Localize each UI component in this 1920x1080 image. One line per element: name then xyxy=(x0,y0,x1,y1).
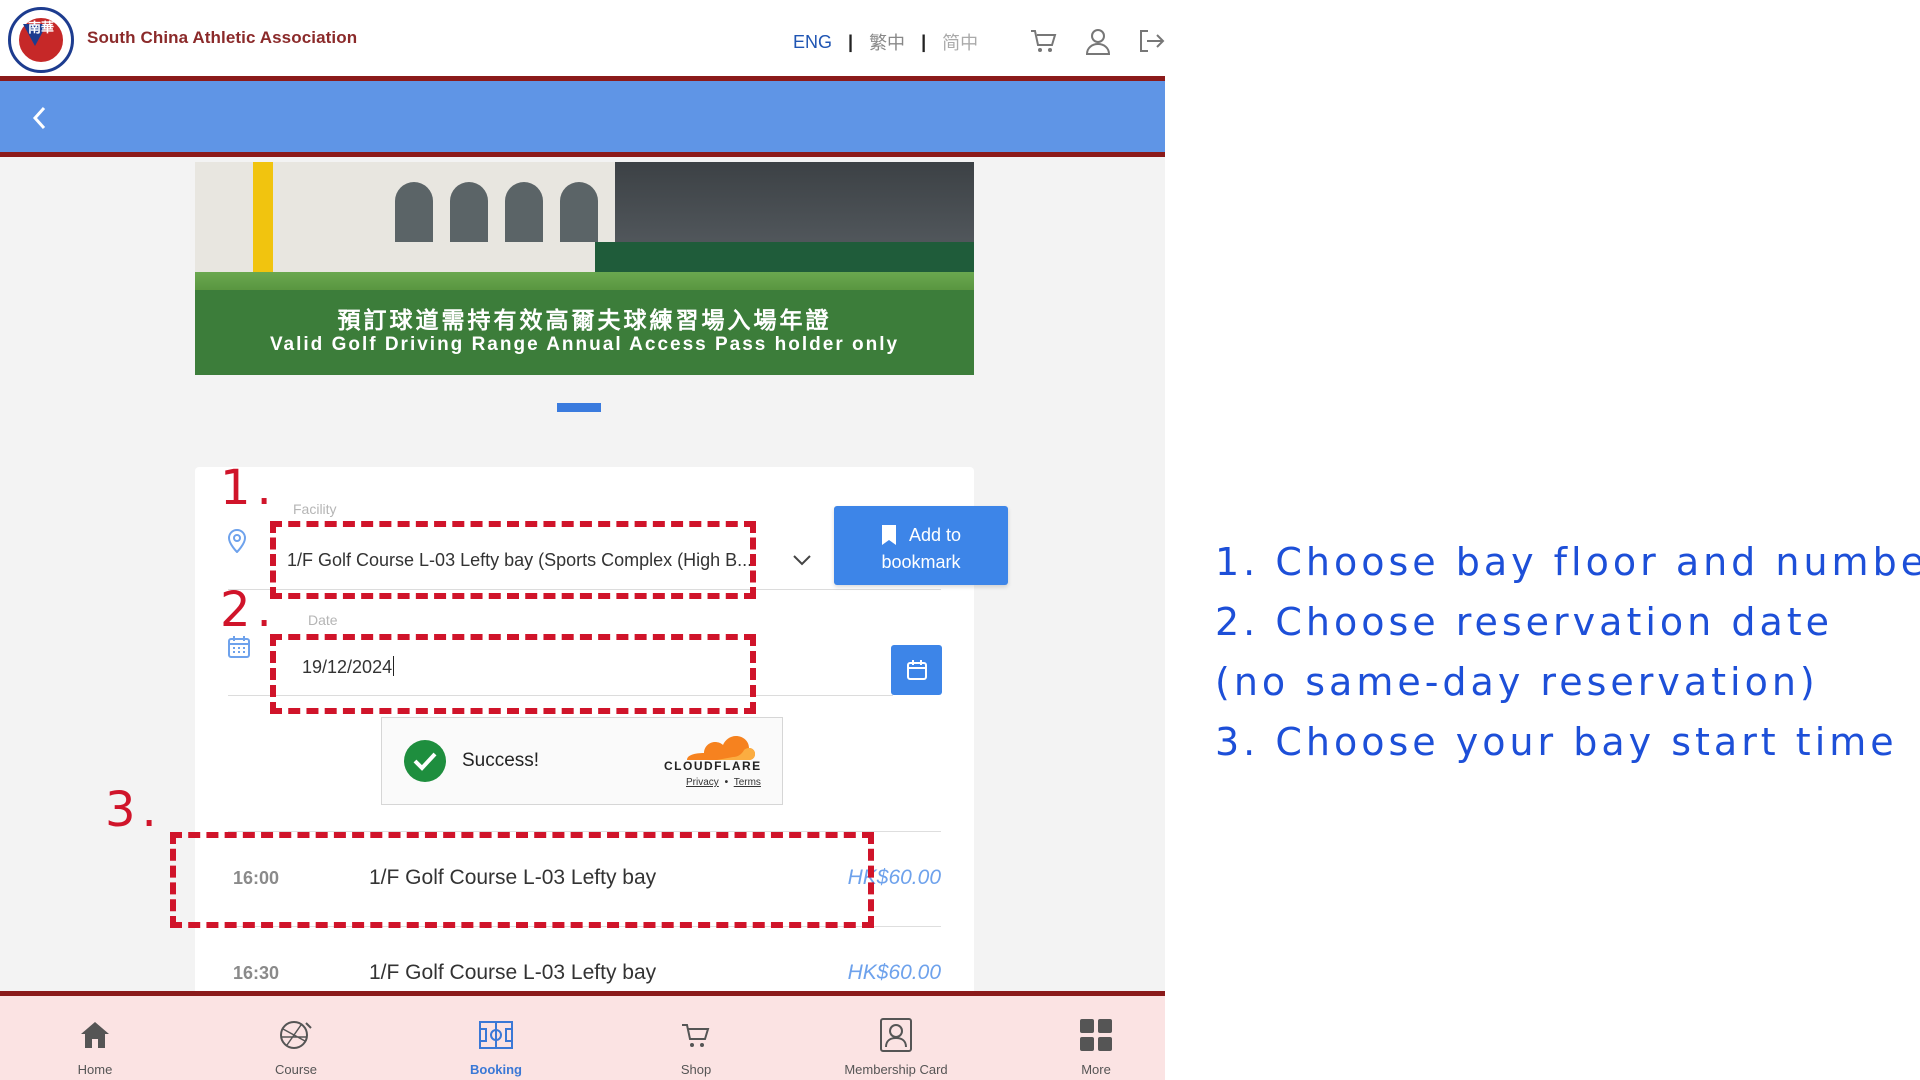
nav-membership-card[interactable]: Membership Card xyxy=(836,1001,956,1080)
grid-icon xyxy=(1080,1019,1112,1051)
sca-logo[interactable]: 南華 xyxy=(8,7,74,73)
step-3-highlight xyxy=(170,832,874,928)
nav-more-label: More xyxy=(1081,1062,1111,1077)
link-separator: • xyxy=(724,777,729,788)
bookmark-icon xyxy=(881,525,896,545)
instruction-step-2: 2. Choose reservation date xyxy=(1215,600,1834,644)
logo-text: 南華 xyxy=(27,20,54,35)
step-1-marker: 1. xyxy=(220,460,278,516)
user-icon[interactable] xyxy=(1083,26,1113,56)
instruction-panel: 1. Choose bay floor and number 2. Choose… xyxy=(1215,532,1920,772)
date-label: Date xyxy=(308,612,338,628)
slot-price: HK$60.00 xyxy=(847,961,941,984)
language-switcher: ENG | 繁中 | 简中 xyxy=(793,30,978,54)
lang-separator: | xyxy=(921,31,927,52)
nav-home-label: Home xyxy=(77,1062,113,1077)
privacy-link[interactable]: Privacy xyxy=(686,777,719,788)
carousel-indicator[interactable] xyxy=(557,403,601,412)
bookmark-label-line1: Add to xyxy=(908,524,962,545)
screenshot: { "header": { "logo_text": "南華", "org_na… xyxy=(0,0,1920,1080)
back-arrow-icon[interactable] xyxy=(26,103,54,133)
cloudflare-brand: CLOUDFLARE xyxy=(664,759,762,773)
cart-icon xyxy=(682,1024,710,1047)
nav-booking[interactable]: Booking xyxy=(436,1001,556,1080)
app-window: 南華 South China Athletic Association ENG … xyxy=(0,0,1165,1080)
nav-membership-label: Membership Card xyxy=(844,1062,948,1077)
calendar-field-icon xyxy=(228,636,250,658)
bottom-navigation: Home Course Booking Shop Membership Card… xyxy=(0,991,1165,1080)
nav-booking-label: Booking xyxy=(470,1062,522,1077)
course-icon xyxy=(280,1021,312,1049)
step-1-highlight xyxy=(270,521,756,599)
booking-icon xyxy=(479,1021,513,1049)
nav-home[interactable]: Home xyxy=(35,1001,155,1080)
location-pin-icon xyxy=(227,529,247,553)
date-picker-button[interactable] xyxy=(891,645,942,695)
instruction-step-2-note: (no same-day reservation) xyxy=(1215,660,1819,704)
instruction-step-1: 1. Choose bay floor and number xyxy=(1215,540,1920,584)
top-header: 南華 South China Athletic Association ENG … xyxy=(0,0,1165,81)
lang-traditional-chinese[interactable]: 繁中 xyxy=(869,29,905,55)
facility-label: Facility xyxy=(293,501,337,517)
bookmark-label-line2: bookmark xyxy=(881,552,961,572)
terms-link[interactable]: Terms xyxy=(734,777,761,788)
banner-caption-english: Valid Golf Driving Range Annual Access P… xyxy=(269,334,900,355)
step-2-highlight xyxy=(270,634,756,714)
slot-facility: 1/F Golf Course L-03 Lefty bay xyxy=(369,961,657,984)
cloudflare-links: Privacy • Terms xyxy=(686,777,761,788)
step-3-marker: 3. xyxy=(105,782,163,838)
cart-icon[interactable] xyxy=(1029,26,1059,56)
lang-simplified-chinese[interactable]: 简中 xyxy=(942,29,978,55)
membership-card-icon xyxy=(880,1018,912,1052)
lang-separator: | xyxy=(848,31,854,52)
org-name: South China Athletic Association xyxy=(87,28,358,47)
instruction-step-3: 3. Choose your bay start time xyxy=(1215,720,1898,764)
cloudflare-turnstile[interactable]: Success! CLOUDFLARE Privacy • Terms xyxy=(381,717,783,805)
captcha-status: Success! xyxy=(462,750,540,771)
promo-banner: 預訂球道需持有效高爾夫球練習場入場年證 Valid Golf Driving R… xyxy=(195,162,974,375)
calendar-icon xyxy=(907,660,927,680)
page-toolbar xyxy=(0,81,1165,157)
logout-icon[interactable] xyxy=(1136,26,1165,56)
slot-time: 16:30 xyxy=(233,963,280,983)
nav-course[interactable]: Course xyxy=(236,1001,356,1080)
nav-shop-label: Shop xyxy=(680,1062,712,1077)
home-icon xyxy=(81,1022,109,1048)
banner-caption-chinese: 預訂球道需持有效高爾夫球練習場入場年證 xyxy=(337,307,832,333)
nav-course-label: Course xyxy=(275,1062,317,1077)
nav-more[interactable]: More xyxy=(1036,1001,1156,1080)
add-to-bookmark-button[interactable]: Add to bookmark xyxy=(834,506,1008,585)
success-check-icon xyxy=(404,740,446,782)
lang-eng[interactable]: ENG xyxy=(793,32,832,53)
step-2-marker: 2. xyxy=(220,582,278,638)
chevron-down-icon[interactable] xyxy=(792,553,812,567)
nav-shop[interactable]: Shop xyxy=(636,1001,756,1080)
